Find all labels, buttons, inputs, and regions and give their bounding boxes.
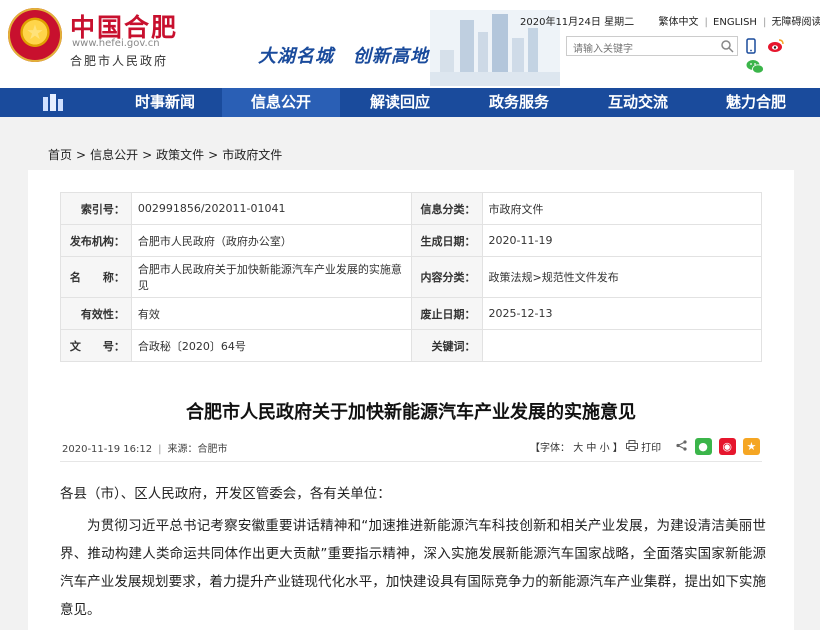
breadcrumb-policy[interactable]: 政策文件	[156, 148, 204, 162]
meta-value-category: 市政府文件	[481, 192, 763, 225]
breadcrumb-separator: >	[142, 148, 153, 162]
share-icon[interactable]	[676, 439, 687, 454]
main-nav: 时事新闻 信息公开 解读回应 政务服务 互动交流 魅力合肥	[0, 88, 820, 117]
font-size-large[interactable]: 大	[573, 443, 583, 454]
weibo-share-icon[interactable]: ◉	[718, 438, 736, 455]
meta-label-keyword: 关键词：	[410, 329, 483, 362]
breadcrumb: 首页 > 信息公开 > 政策文件 > 市政府文件	[48, 146, 282, 163]
wechat-icon[interactable]	[746, 59, 764, 78]
meta-row: 文 号： 合政秘〔2020〕64号 关键词：	[60, 329, 763, 362]
meta-row: 索引号： 002991856/202011-01041 信息分类： 市政府文件	[60, 192, 763, 225]
home-icon[interactable]	[40, 93, 68, 112]
nav-item-services[interactable]: 政务服务	[469, 88, 569, 117]
divider	[60, 461, 762, 462]
link-accessible-reading[interactable]: 无障碍阅读	[772, 17, 820, 28]
article-title: 合肥市人民政府关于加快新能源汽车产业发展的实施意见	[186, 402, 636, 423]
breadcrumb-separator: >	[208, 148, 219, 162]
meta-value-issuer: 合肥市人民政府（政府办公室）	[130, 224, 412, 257]
font-size-close: 】	[612, 443, 623, 454]
font-size-label: 【字体：	[530, 443, 570, 454]
article-source: 来源：合肥市	[167, 444, 228, 455]
meta-value-keyword	[481, 329, 763, 362]
site-url: www.hefei.gov.cn	[72, 38, 160, 49]
nav-item-interpretation[interactable]: 解读回应	[350, 88, 450, 117]
meta-value-expire: 2025-12-13	[481, 297, 763, 330]
meta-label-issuer: 发布机构：	[60, 224, 132, 257]
print-button[interactable]: 打印	[641, 443, 661, 454]
meta-label-validity: 有效性：	[60, 297, 132, 330]
meta-label-docno: 文 号：	[60, 329, 132, 362]
document-meta-table: 索引号： 002991856/202011-01041 信息分类： 市政府文件 …	[60, 192, 763, 362]
meta-label-name: 名 称：	[60, 256, 132, 298]
article-datetime: 2020-11-19 16:12	[62, 444, 153, 455]
nav-item-news[interactable]: 时事新闻	[115, 88, 215, 117]
current-date: 2020年11月24日 星期二	[520, 17, 635, 28]
meta-row: 有效性： 有效 废止日期： 2025-12-13	[60, 297, 763, 330]
meta-label-category: 信息分类：	[410, 192, 483, 225]
breadcrumb-info[interactable]: 信息公开	[90, 148, 138, 162]
separator: |	[762, 17, 767, 28]
nav-item-interaction[interactable]: 互动交流	[588, 88, 688, 117]
header-slogan: 大湖名城 创新高地	[258, 46, 429, 67]
nav-item-info-disclosure[interactable]: 信息公开	[222, 88, 340, 117]
meta-label-content: 内容分类：	[410, 256, 483, 298]
link-english[interactable]: ENGLISH	[713, 17, 757, 28]
header-social-icons	[746, 37, 820, 78]
link-traditional-chinese[interactable]: 繁体中文	[658, 17, 698, 28]
breadcrumb-separator: >	[76, 148, 87, 162]
article-greeting: 各县（市）、区人民政府，开发区管委会，各有关单位：	[60, 486, 391, 502]
meta-value-content: 政策法规>规范性文件发布	[481, 256, 763, 298]
article-info: 2020-11-19 16:12 | 来源：合肥市	[62, 440, 228, 455]
meta-label-date: 生成日期：	[410, 224, 483, 257]
top-links: 2020年11月24日 星期二 繁体中文| ENGLISH| 无障碍阅读| 登录	[520, 13, 820, 28]
meta-value-date: 2020-11-19	[481, 224, 763, 257]
breadcrumb-home[interactable]: 首页	[48, 148, 72, 162]
separator	[643, 17, 653, 28]
search-icon[interactable]	[720, 39, 734, 53]
wechat-share-icon[interactable]: ●	[694, 438, 712, 455]
nav-item-charm-hefei[interactable]: 魅力合肥	[706, 88, 806, 117]
site-header: 中国合肥 www.hefei.gov.cn 合肥市人民政府 大湖名城 创新高地 …	[0, 0, 820, 88]
meta-value-name: 合肥市人民政府关于加快新能源汽车产业发展的实施意见	[130, 256, 412, 298]
article-paragraph: 为贯彻习近平总书记考察安徽重要讲话精神和“加速推进新能源汽车科技创新和相关产业发…	[60, 518, 766, 618]
article-tools: 【字体： 大 中 小 】 打印 ● ◉ ★	[530, 438, 760, 455]
mobile-icon[interactable]	[746, 37, 756, 58]
national-emblem-icon	[8, 8, 62, 62]
meta-label-index: 索引号：	[60, 192, 132, 225]
font-size-medium[interactable]: 中	[586, 443, 596, 454]
breadcrumb-city-docs[interactable]: 市政府文件	[222, 148, 282, 162]
separator: |	[158, 444, 162, 455]
separator: |	[704, 17, 708, 28]
search-input[interactable]	[567, 40, 719, 59]
meta-label-expire: 废止日期：	[410, 297, 483, 330]
favorite-star-icon[interactable]: ★	[742, 438, 760, 455]
weibo-icon[interactable]	[767, 38, 785, 57]
meta-value-validity: 有效	[130, 297, 412, 330]
site-subtitle: 合肥市人民政府	[70, 54, 169, 68]
meta-value-index: 002991856/202011-01041	[130, 192, 412, 225]
meta-value-docno: 合政秘〔2020〕64号	[130, 329, 412, 362]
font-size-small[interactable]: 小	[600, 443, 610, 454]
search-box	[566, 36, 738, 59]
meta-row: 发布机构： 合肥市人民政府（政府办公室） 生成日期： 2020-11-19	[60, 224, 763, 257]
meta-row: 名 称： 合肥市人民政府关于加快新能源汽车产业发展的实施意见 内容分类： 政策法…	[60, 256, 763, 298]
print-icon[interactable]	[625, 439, 638, 454]
